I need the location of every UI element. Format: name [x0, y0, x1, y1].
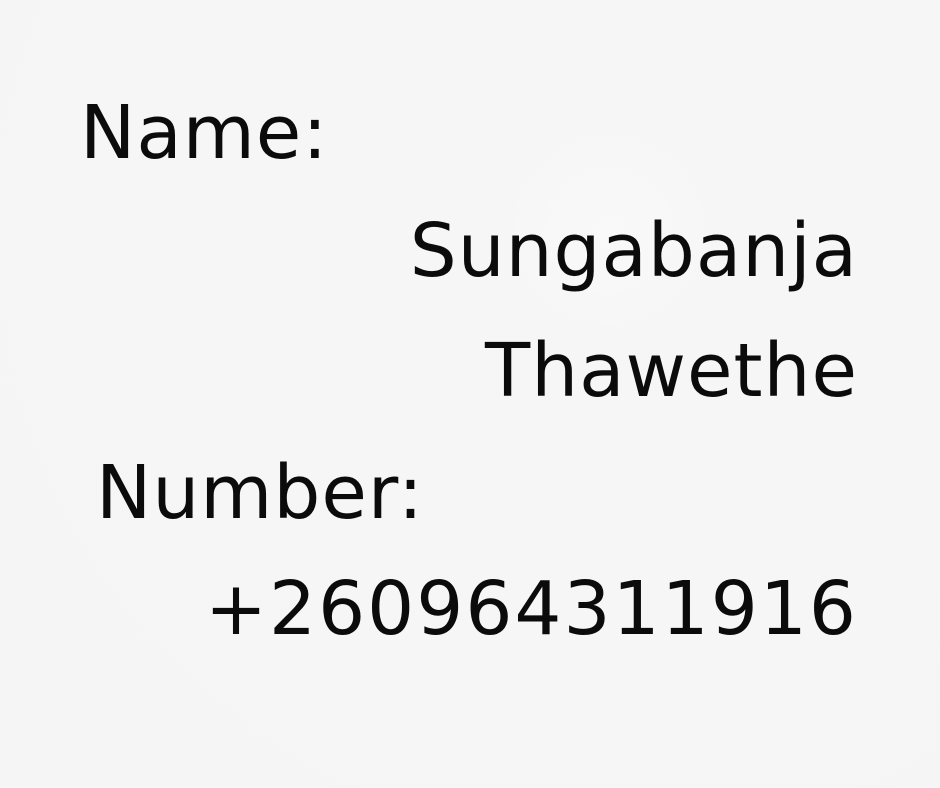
- name-label: Name:: [80, 90, 329, 176]
- phone-number-value: +260964311916: [205, 566, 858, 652]
- contact-card: Name: Sungabanja Thawethe Number: +26096…: [0, 0, 940, 788]
- name-first-value: Sungabanja: [409, 208, 858, 294]
- name-last-value: Thawethe: [485, 328, 858, 414]
- number-label: Number:: [96, 450, 424, 536]
